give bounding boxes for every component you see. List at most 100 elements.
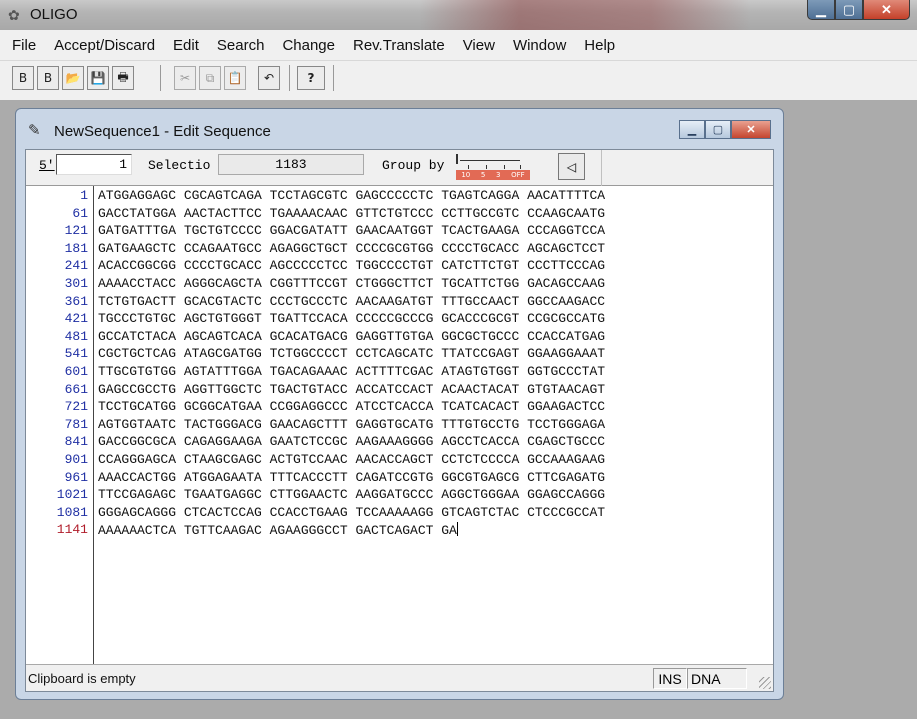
sequence-text[interactable]: GAGCCGCCTG AGGTTGGCTC TGACTGTACC ACCATCC… <box>98 382 605 398</box>
paste-button[interactable]: 📋 <box>224 66 246 90</box>
new-document-icon: B <box>43 71 53 85</box>
position-number: 1141 <box>56 522 88 538</box>
new-sequence-button[interactable]: B <box>12 66 34 90</box>
sequence-text[interactable]: GATGAAGCTC CCAGAATGCC AGAGGCTGCT CCCCGCG… <box>98 241 605 257</box>
selection-length-value: 1183 <box>218 154 364 175</box>
menu-help[interactable]: Help <box>584 37 615 54</box>
maximize-icon: ▢ <box>712 124 724 136</box>
menu-view[interactable]: View <box>463 37 495 54</box>
child-minimize-button[interactable]: ▁ <box>679 120 705 139</box>
position-number: 61 <box>72 205 88 221</box>
slider-tick <box>468 165 469 169</box>
copy-button[interactable]: ⧉ <box>199 66 221 90</box>
sequence-edit-icon[interactable]: ✎ <box>28 121 41 139</box>
sequence-text[interactable]: TTCCGAGAGC TGAATGAGGC CTTGGAACTC AAGGATG… <box>98 487 605 503</box>
menu-change[interactable]: Change <box>282 37 335 54</box>
cut-button[interactable]: ✂ <box>174 66 196 90</box>
paste-icon: 📋 <box>227 71 243 85</box>
sequence-type-indicator: DNA <box>687 668 747 689</box>
sequence-editor[interactable]: 1 ATGGAGGAGC CGCAGTCAGA TCCTAGCGTC GAGCCC… <box>26 186 773 664</box>
group-scale-10: 10 <box>461 171 471 179</box>
menu-search[interactable]: Search <box>217 37 265 54</box>
sequence-text[interactable]: GGGAGCAGGG CTCACTCCAG CCACCTGAAG TCCAAAA… <box>98 505 605 521</box>
toolbar-separator <box>289 65 290 91</box>
child-close-button[interactable]: ✕ <box>731 120 771 139</box>
group-by-label: Group by <box>382 158 445 173</box>
app-title: OLIGO <box>30 6 78 23</box>
selection-label: Selectio <box>148 158 211 173</box>
status-bar: Clipboard is empty INS DNA <box>26 664 773 691</box>
edit-sequence-window: ✎ NewSequence1 - Edit Sequence ▁ ▢ ✕ 5' … <box>15 108 784 700</box>
minimize-button[interactable]: ▁ <box>807 0 835 20</box>
sequence-text[interactable]: TTGCGTGTGG AGTATTTGGA TGACAGAAAC ACTTTTC… <box>98 364 605 380</box>
oligo-app-icon[interactable]: ✿ <box>8 7 24 23</box>
position-number: 841 <box>64 434 88 450</box>
close-icon: ✕ <box>746 124 756 136</box>
menu-window[interactable]: Window <box>513 37 566 54</box>
sequence-text[interactable]: TCCTGCATGG GCGGCATGAA CCGGAGGCCC ATCCTCA… <box>98 399 605 415</box>
minimize-icon: ▁ <box>816 1 826 17</box>
position-number: 541 <box>64 346 88 362</box>
sequence-text[interactable]: CGCTGCTCAG ATAGCGATGG TCTGGCCCCT CCTCAGC… <box>98 346 605 362</box>
position-number: 1 <box>80 188 88 203</box>
child-maximize-button[interactable]: ▢ <box>705 120 731 139</box>
help-pointer-icon: ? <box>307 71 315 85</box>
menu-bar: File Accept/Discard Edit Search Change R… <box>0 30 917 60</box>
open-button[interactable]: 📂 <box>62 66 84 90</box>
sequence-text[interactable]: GCCATCTACA AGCAGTCACA GCACATGACG GAGGTTG… <box>98 329 605 345</box>
sequence-text[interactable]: GACCGGCGCA CAGAGGAAGA GAATCTCCGC AAGAAAG… <box>98 434 605 450</box>
group-by-slider[interactable]: 10 5 3 OFF <box>454 152 538 182</box>
sequence-text[interactable]: AAAAAACTCA TGTTCAAGAC AGAAGGGCCT GACTCAG… <box>98 522 458 539</box>
group-scale: 10 5 3 OFF <box>456 170 530 180</box>
window-controls: ▁ ▢ ✕ <box>807 0 910 20</box>
five-prime-label: 5' <box>39 158 55 173</box>
maximize-icon: ▢ <box>842 1 856 17</box>
print-button[interactable]: 🖶 <box>112 66 134 90</box>
position-number: 1021 <box>56 487 88 503</box>
position-number: 121 <box>64 223 88 239</box>
sequence-text[interactable]: ACACCGGCGG CCCCTGCACC AGCCCCCTCC TGGCCCC… <box>98 258 605 274</box>
open-folder-icon: 📂 <box>65 71 81 85</box>
speak-sequence-button[interactable]: ◁ <box>558 153 585 180</box>
slider-tick <box>486 165 487 169</box>
gutter-divider <box>93 186 94 664</box>
toolbar-separator <box>160 65 161 91</box>
slider-thumb[interactable] <box>456 154 458 164</box>
undo-button[interactable]: ↶ <box>258 66 280 90</box>
sequence-text[interactable]: TCTGTGACTT GCACGTACTC CCCTGCCCTC AACAAGA… <box>98 294 605 310</box>
sequence-text[interactable]: AAACCACTGG ATGGAGAATA TTTCACCCTT CAGATCC… <box>98 470 605 486</box>
save-button[interactable]: 💾 <box>87 66 109 90</box>
sequence-text[interactable]: CCAGGGAGCA CTAAGCGAGC ACTGTCCAAC AACACCA… <box>98 452 605 468</box>
menu-file[interactable]: File <box>12 37 36 54</box>
cut-icon: ✂ <box>179 71 191 85</box>
edit-sequence-title-bar[interactable]: ✎ NewSequence1 - Edit Sequence ▁ ▢ ✕ <box>16 109 783 149</box>
sequence-text[interactable]: AAAACCTACC AGGGCAGCTA CGGTTTCCGT CTGGGCT… <box>98 276 605 292</box>
context-help-button[interactable]: ? <box>297 66 325 90</box>
position-number: 301 <box>64 276 88 291</box>
position-number: 421 <box>64 311 88 327</box>
sequence-text[interactable]: ATGGAGGAGC CGCAGTCAGA TCCTAGCGTC GAGCCCC… <box>98 188 605 204</box>
menu-rev-translate[interactable]: Rev.Translate <box>353 37 445 54</box>
new-document-button[interactable]: B <box>37 66 59 90</box>
sequence-text[interactable]: GATGATTTGA TGCTGTCCCC GGACGATATT GAACAAT… <box>98 223 605 239</box>
position-number: 361 <box>64 293 88 309</box>
sequence-text[interactable]: TGCCCTGTGC AGCTGTGGGT TGATTCCACA CCCCCGC… <box>98 311 605 327</box>
title-bar-decoration <box>420 0 750 30</box>
child-window-controls: ▁ ▢ ✕ <box>679 120 771 139</box>
menu-accept-discard[interactable]: Accept/Discard <box>54 37 155 54</box>
insert-mode-indicator: INS <box>653 668 687 689</box>
minimize-icon: ▁ <box>687 124 697 136</box>
app-title-bar: ✿ OLIGO ▁ ▢ ✕ <box>0 0 917 30</box>
group-scale-off: OFF <box>511 171 525 179</box>
close-button[interactable]: ✕ <box>863 0 910 20</box>
close-icon: ✕ <box>881 1 892 17</box>
maximize-button[interactable]: ▢ <box>835 0 863 20</box>
position-number: 241 <box>64 258 88 274</box>
sequence-text[interactable]: GACCTATGGA AACTACTTCC TGAAAACAAC GTTCTGT… <box>98 206 605 222</box>
position-input[interactable]: 1 <box>56 154 132 175</box>
position-number: 481 <box>64 328 88 344</box>
sequence-text[interactable]: AGTGGTAATC TACTGGGACG GAACAGCTTT GAGGTGC… <box>98 417 605 433</box>
position-number: 901 <box>64 452 88 467</box>
resize-grip-icon[interactable] <box>759 677 771 689</box>
menu-edit[interactable]: Edit <box>173 37 199 54</box>
